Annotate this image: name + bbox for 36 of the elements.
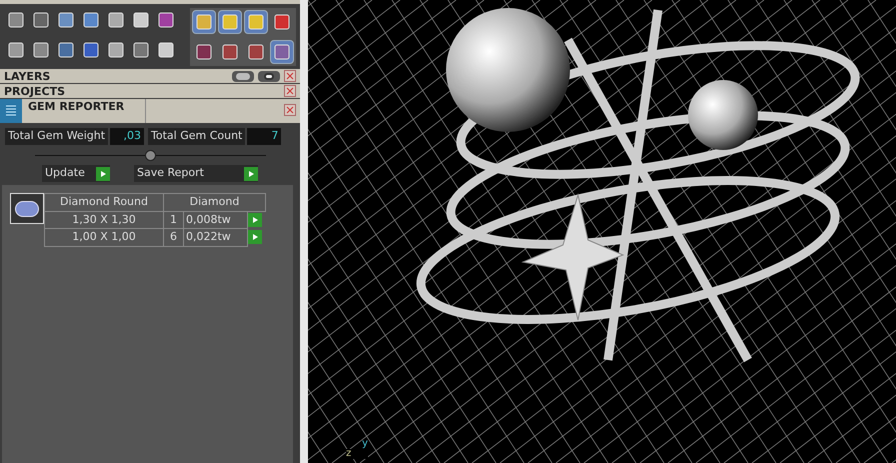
table-cell: 0,008tw xyxy=(184,211,247,228)
collapse-toggle-icon[interactable] xyxy=(144,150,156,161)
close-button[interactable] xyxy=(284,104,296,116)
play-icon[interactable] xyxy=(248,230,262,244)
section-title: LAYERS xyxy=(4,70,52,82)
report-icon xyxy=(0,99,22,123)
axis-label: y xyxy=(362,439,368,449)
gem-reporter-title: GEM REPORTER xyxy=(28,99,146,123)
action-button[interactable]: Update xyxy=(42,165,110,182)
play-icon[interactable] xyxy=(96,166,110,180)
section-header[interactable]: PROJECTS xyxy=(0,84,300,98)
toolbar-icon[interactable] xyxy=(192,10,216,34)
layer-toggle-icon[interactable] xyxy=(232,70,254,82)
total-label: Total Gem Count xyxy=(148,128,246,145)
total-label: Total Gem Weight xyxy=(5,128,108,145)
table-cell: 1,00 X 1,00 xyxy=(44,228,164,246)
table-cell: 1,30 X 1,30 xyxy=(44,211,164,228)
toolbar-icon[interactable] xyxy=(244,10,268,34)
toolbar-icon[interactable] xyxy=(218,10,242,34)
play-icon[interactable] xyxy=(244,166,258,180)
toolbar-icon[interactable] xyxy=(270,40,294,64)
close-button[interactable] xyxy=(284,70,296,82)
table-cell: 0,022tw xyxy=(184,228,247,246)
total-value: 7 xyxy=(247,128,282,145)
axis-label: z xyxy=(346,449,368,459)
close-button[interactable] xyxy=(284,85,296,97)
eye-icon[interactable] xyxy=(258,70,280,82)
action-button[interactable]: Save Report xyxy=(134,165,258,182)
section-header[interactable]: LAYERS xyxy=(0,69,300,83)
column-header: Diamond xyxy=(164,194,266,211)
table-cell: 1 xyxy=(164,211,184,228)
section-title: PROJECTS xyxy=(4,86,66,96)
table-cell: 6 xyxy=(164,228,184,246)
gem-thumbnail xyxy=(10,193,44,224)
column-header: Diamond Round xyxy=(44,194,164,211)
total-value: ,03 xyxy=(110,128,144,145)
